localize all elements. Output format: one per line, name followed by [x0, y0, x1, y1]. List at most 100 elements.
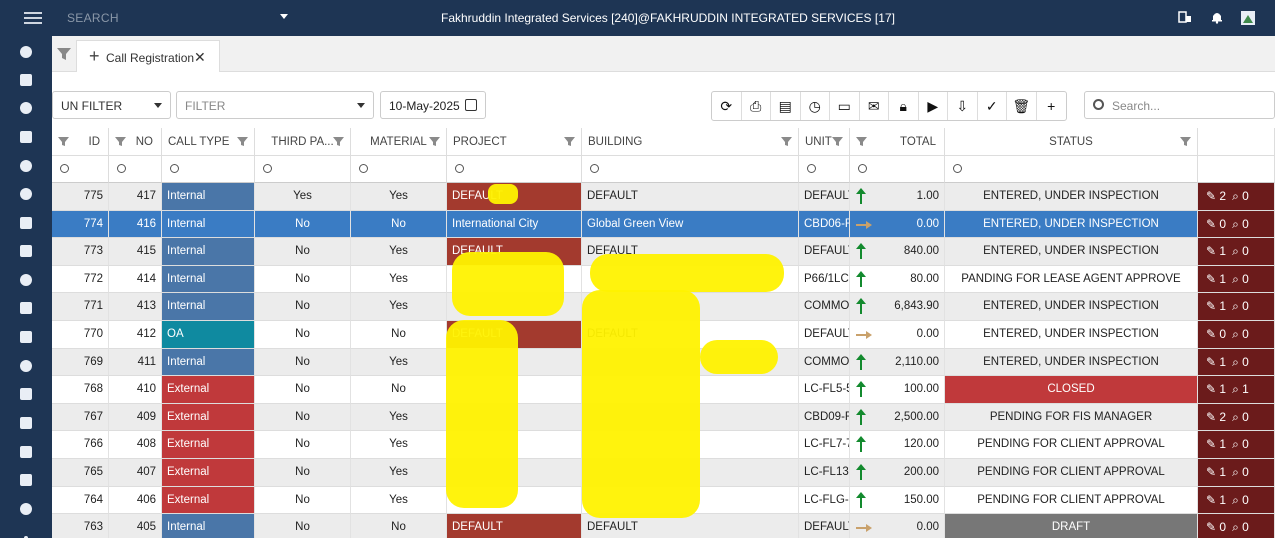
gear-icon[interactable] — [0, 352, 52, 380]
bell-icon[interactable] — [1209, 10, 1225, 26]
edit-icon[interactable]: ✎ — [1206, 355, 1216, 369]
attachment-icon[interactable]: ⌕ — [1232, 465, 1239, 479]
column-filter-icon[interactable] — [564, 136, 575, 147]
edit-icon[interactable]: ✎ — [1206, 410, 1216, 424]
column-filter-icon[interactable] — [115, 136, 126, 147]
column-header-building[interactable]: BUILDING — [582, 128, 799, 156]
column-filter-input-no[interactable] — [109, 156, 162, 183]
filter-icon[interactable] — [56, 46, 72, 62]
column-filter-icon[interactable] — [1180, 136, 1191, 147]
users-icon[interactable] — [0, 94, 52, 122]
table-row[interactable]: 775 417 Internal Yes Yes DEFAULT DEFAULT DEFAUL… — [52, 183, 1275, 211]
attachment-icon[interactable]: ⌕ — [1232, 327, 1239, 341]
column-header-project[interactable]: PROJECT — [447, 128, 582, 156]
column-filter-input-total[interactable] — [850, 156, 945, 183]
edit-icon[interactable]: ✎ — [1206, 272, 1216, 286]
building-icon[interactable] — [0, 209, 52, 237]
list-icon[interactable] — [0, 123, 52, 151]
column-header-status[interactable]: STATUS — [945, 128, 1198, 156]
edit-icon[interactable]: ✎ — [1206, 520, 1216, 534]
edit-icon[interactable]: ✎ — [1206, 244, 1216, 258]
column-filter-input-call-type[interactable] — [162, 156, 255, 183]
edit-icon[interactable]: ✎ — [1206, 299, 1216, 313]
refresh-button[interactable]: ⟳ — [712, 92, 742, 120]
play-button[interactable]: ▶ — [919, 92, 948, 120]
comment-button[interactable]: ▭ — [830, 92, 860, 120]
column-filter-input-id[interactable] — [52, 156, 109, 183]
un-filter-select[interactable]: UN FILTER — [52, 91, 171, 119]
more-icon[interactable] — [0, 524, 52, 538]
edit-icon[interactable]: ✎ — [1206, 189, 1216, 203]
table-row[interactable]: 774 416 Internal No No International City Glob… — [52, 210, 1275, 239]
building-switch-icon[interactable] — [1177, 10, 1193, 26]
tab-call-registration[interactable]: + Call Registration ✕ — [76, 40, 220, 73]
column-filter-icon[interactable] — [832, 136, 843, 147]
document-icon[interactable] — [0, 438, 52, 466]
card-icon[interactable] — [0, 409, 52, 437]
people-icon[interactable] — [0, 266, 52, 294]
target-icon[interactable] — [0, 180, 52, 208]
column-header-unit[interactable]: UNIT — [799, 128, 850, 156]
menu-icon[interactable] — [24, 9, 42, 27]
column-filter-icon[interactable] — [333, 136, 344, 147]
attachment-icon[interactable]: ⌕ — [1232, 355, 1239, 369]
column-filter-icon[interactable] — [429, 136, 440, 147]
column-filter-input-unit[interactable] — [799, 156, 850, 183]
attachment-icon[interactable]: ⌕ — [1232, 244, 1239, 258]
delete-button[interactable]: 🗑︎ — [1007, 92, 1037, 120]
inbox-icon[interactable] — [0, 66, 52, 94]
print-button[interactable]: ⎙ — [742, 92, 771, 120]
attachment-icon[interactable]: ⌕ — [1232, 520, 1239, 534]
column-filter-input-building[interactable] — [582, 156, 799, 183]
edit-icon[interactable]: ✎ — [1206, 327, 1216, 341]
filter-select[interactable]: FILTER — [176, 91, 374, 119]
attachment-icon[interactable]: ⌕ — [1232, 299, 1239, 313]
attachment-icon[interactable]: ⌕ — [1232, 217, 1239, 231]
date-picker[interactable]: 10-May-2025 — [380, 91, 486, 119]
column-filter-input-actions[interactable] — [1198, 156, 1275, 183]
circle-icon[interactable] — [0, 495, 52, 523]
column-header-third-party[interactable]: THIRD PA... — [255, 128, 351, 156]
column-filter-icon[interactable] — [237, 136, 248, 147]
cart-icon[interactable] — [0, 323, 52, 351]
export-button[interactable]: ▤ — [771, 92, 801, 120]
close-icon[interactable]: ✕ — [194, 49, 206, 66]
column-filter-input-status[interactable] — [945, 156, 1198, 183]
add-button[interactable]: + — [1037, 92, 1067, 120]
column-filter-icon[interactable] — [58, 136, 69, 147]
globe-icon[interactable] — [0, 152, 52, 180]
edit-icon[interactable]: ✎ — [1206, 465, 1216, 479]
column-filter-icon[interactable] — [856, 136, 867, 147]
attachment-icon[interactable]: ⌕ — [1232, 410, 1239, 424]
grid-search-input[interactable]: Search... — [1084, 91, 1275, 119]
edit-icon[interactable]: ✎ — [1206, 437, 1216, 451]
column-header-no[interactable]: NO — [109, 128, 162, 156]
column-filter-input-project[interactable] — [447, 156, 582, 183]
download-button[interactable]: ⇩ — [948, 92, 978, 120]
column-header-id[interactable]: ID — [52, 128, 109, 156]
edit-icon[interactable]: ✎ — [1206, 493, 1216, 507]
column-filter-icon[interactable] — [781, 136, 792, 147]
column-header-call-type[interactable]: CALL TYPE — [162, 128, 255, 156]
calendar-icon[interactable] — [465, 99, 477, 111]
dashboard-icon[interactable] — [0, 38, 52, 66]
id-card-icon[interactable] — [0, 466, 52, 494]
global-search-input[interactable]: SEARCH — [67, 11, 119, 25]
column-header-material[interactable]: MATERIAL — [351, 128, 447, 156]
edit-icon[interactable] — [0, 380, 52, 408]
edit-icon[interactable]: ✎ — [1206, 382, 1216, 396]
column-header-actions[interactable] — [1198, 128, 1275, 156]
lock-button[interactable]: 🔒︎ — [889, 92, 919, 120]
attachment-icon[interactable]: ⌕ — [1232, 382, 1239, 396]
mail-button[interactable]: ✉ — [860, 92, 889, 120]
attachment-icon[interactable]: ⌕ — [1232, 272, 1239, 286]
search-dropdown-icon[interactable] — [280, 14, 288, 19]
user-avatar-icon[interactable] — [1240, 10, 1256, 26]
column-filter-input-third-party[interactable] — [255, 156, 351, 183]
column-header-total[interactable]: TOTAL — [850, 128, 945, 156]
attachment-icon[interactable]: ⌕ — [1232, 493, 1239, 507]
attachment-icon[interactable]: ⌕ — [1232, 189, 1239, 203]
history-button[interactable]: ◷ — [801, 92, 830, 120]
check-button[interactable]: ✓ — [978, 92, 1007, 120]
edit-icon[interactable]: ✎ — [1206, 217, 1216, 231]
